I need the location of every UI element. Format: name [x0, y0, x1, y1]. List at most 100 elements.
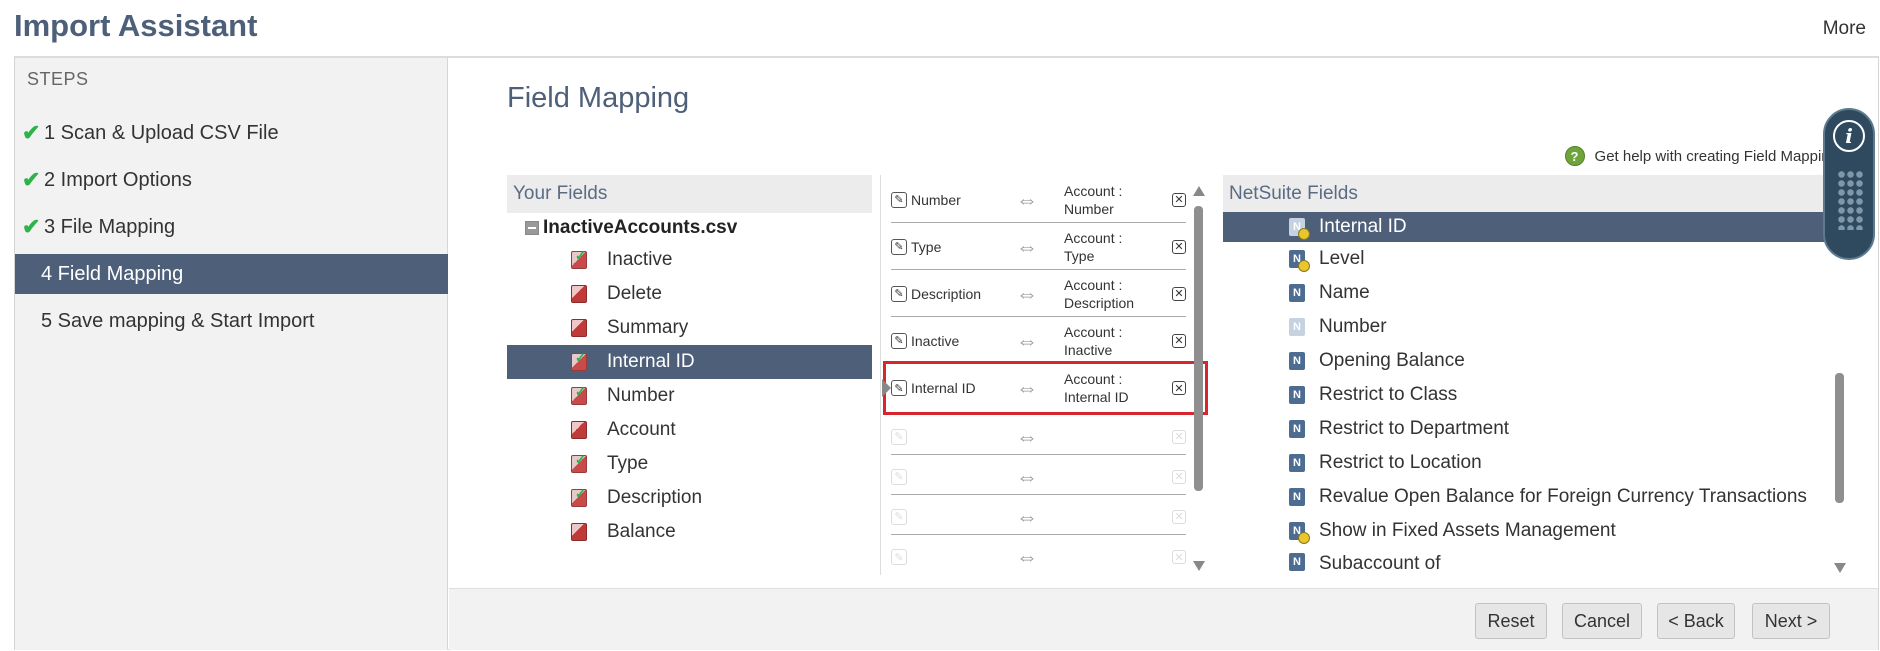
netsuite-field-icon: N: [1289, 386, 1305, 404]
double-arrow-icon: ⇔: [1016, 423, 1038, 449]
remove-mapping-icon[interactable]: ✕: [1172, 333, 1186, 348]
field-label: Name: [1319, 282, 1370, 303]
netsuite-field-item[interactable]: N Subaccount of: [1223, 548, 1826, 575]
empty-mapping-row[interactable]: ✎ ⇔ ✕: [891, 539, 1186, 575]
scroll-thumb[interactable]: [1835, 373, 1844, 503]
netsuite-field-item[interactable]: N Opening Balance: [1223, 344, 1826, 378]
netsuite-field-item[interactable]: N Restrict to Location: [1223, 446, 1826, 480]
field-icon: [571, 523, 587, 541]
selection-highlight: [883, 361, 1208, 415]
scroll-down-icon[interactable]: [1193, 561, 1205, 571]
your-field-item[interactable]: Number: [507, 379, 872, 413]
your-field-item[interactable]: Inactive: [507, 243, 872, 277]
mapping-target: Account : Description: [1064, 276, 1135, 311]
netsuite-field-item[interactable]: N Number: [1223, 310, 1826, 344]
assistant-widget[interactable]: i: [1823, 108, 1875, 260]
netsuite-field-icon: N: [1289, 420, 1305, 438]
back-button[interactable]: < Back: [1657, 603, 1735, 639]
edit-icon: ✎: [891, 468, 907, 485]
field-label: Show in Fixed Assets Management: [1319, 520, 1616, 541]
edit-icon[interactable]: ✎: [891, 332, 907, 349]
mapping-target: Account : Inactive: [1064, 323, 1123, 358]
check-icon: ✔: [22, 167, 41, 192]
mapping-row-selected[interactable]: ✎ Internal ID ⇔ Account : Internal ID ✕: [882, 361, 1208, 415]
netsuite-field-item[interactable]: N Level: [1223, 242, 1826, 276]
edit-icon[interactable]: ✎: [891, 238, 907, 255]
your-field-item[interactable]: Description: [507, 481, 872, 515]
edit-icon[interactable]: ✎: [891, 285, 907, 302]
empty-mapping-row[interactable]: ✎ ⇔ ✕: [891, 459, 1186, 495]
mapping-source: Description: [911, 285, 982, 302]
netsuite-field-item[interactable]: N Restrict to Department: [1223, 412, 1826, 446]
scroll-thumb[interactable]: [1194, 206, 1203, 491]
step-label: 3 File Mapping: [44, 215, 176, 238]
empty-mapping-row[interactable]: ✎ ⇔ ✕: [891, 419, 1186, 455]
remove-mapping-icon[interactable]: ✕: [1172, 192, 1186, 207]
cancel-button[interactable]: Cancel: [1562, 603, 1642, 639]
file-node[interactable]: InactiveAccounts.csv: [525, 217, 737, 239]
more-menu[interactable]: More: [1823, 18, 1866, 40]
mapping-row[interactable]: ✎ Number ⇔ Account : Number ✕: [891, 177, 1186, 223]
double-arrow-icon: ⇔: [1016, 463, 1038, 489]
step-5[interactable]: 5 Save mapping & Start Import: [15, 301, 448, 341]
mapping-row[interactable]: ✎ Inactive ⇔ Account : Inactive ✕: [891, 318, 1186, 364]
your-field-item[interactable]: Internal ID: [507, 345, 872, 379]
mapped-field-icon: [571, 350, 587, 371]
double-arrow-icon: ⇔: [1016, 544, 1038, 569]
grid-dots-icon[interactable]: [1837, 170, 1863, 230]
edit-icon[interactable]: ✎: [891, 191, 907, 208]
field-label: Internal ID: [607, 351, 695, 372]
netsuite-field-item[interactable]: N Internal ID: [1223, 212, 1826, 242]
field-label: Type: [607, 453, 649, 474]
netsuite-field-item[interactable]: N Name: [1223, 276, 1826, 310]
field-label: Subaccount of: [1319, 553, 1441, 574]
netsuite-field-item[interactable]: N Revalue Open Balance for Foreign Curre…: [1223, 480, 1826, 514]
edit-icon: ✎: [891, 428, 907, 445]
remove-mapping-icon[interactable]: ✕: [1172, 286, 1186, 301]
step-3[interactable]: ✔ 3 File Mapping: [15, 207, 448, 247]
field-label: Restrict to Location: [1319, 452, 1482, 473]
remove-mapping-icon: ✕: [1172, 550, 1186, 564]
your-field-item[interactable]: Balance: [507, 515, 872, 549]
mapping-row[interactable]: ✎ Type ⇔ Account : Type ✕: [891, 224, 1186, 270]
mapping-source: Number: [911, 191, 961, 208]
help-icon: ?: [1564, 146, 1585, 166]
netsuite-field-item[interactable]: N Restrict to Class: [1223, 378, 1826, 412]
remove-mapping-icon: ✕: [1172, 509, 1186, 524]
remove-mapping-icon[interactable]: ✕: [1172, 239, 1186, 254]
info-icon[interactable]: i: [1833, 120, 1865, 152]
footer-bar: Reset Cancel < Back Next >: [449, 588, 1878, 650]
key-field-icon: N: [1289, 218, 1310, 240]
help-link[interactable]: ? Get help with creating Field Mapping: [1564, 146, 1838, 166]
scroll-up-icon[interactable]: [1193, 186, 1205, 196]
mapping-scrollbar[interactable]: [1193, 186, 1205, 571]
field-label: Number: [607, 385, 675, 406]
next-button[interactable]: Next >: [1752, 603, 1830, 639]
your-field-item[interactable]: Type: [507, 447, 872, 481]
mapped-field-icon: [571, 384, 587, 405]
mapping-target: Account : Number: [1064, 182, 1123, 217]
empty-mapping-row[interactable]: ✎ ⇔ ✕: [891, 499, 1186, 535]
your-field-item[interactable]: Account: [507, 413, 872, 447]
step-4[interactable]: 4 Field Mapping: [15, 254, 448, 294]
field-icon: [571, 319, 587, 337]
collapse-icon[interactable]: [525, 221, 539, 235]
field-icon: [571, 421, 587, 439]
reset-button[interactable]: Reset: [1475, 603, 1547, 639]
your-field-item[interactable]: Summary: [507, 311, 872, 345]
edit-icon: ✎: [891, 508, 907, 525]
step-1[interactable]: ✔ 1 Scan & Upload CSV File: [15, 113, 448, 153]
field-label: Level: [1319, 248, 1365, 269]
double-arrow-icon: ⇔: [1016, 186, 1038, 212]
netsuite-field-icon: N: [1289, 318, 1305, 336]
step-2[interactable]: ✔ 2 Import Options: [15, 160, 448, 200]
mapping-row[interactable]: ✎ Description ⇔ Account : Description ✕: [891, 271, 1186, 317]
remove-mapping-icon: ✕: [1172, 469, 1186, 484]
mapped-field-icon: [571, 486, 587, 507]
remove-mapping-icon: ✕: [1172, 429, 1186, 444]
your-fields-heading: Your Fields: [507, 175, 872, 213]
netsuite-field-item[interactable]: N Show in Fixed Assets Management: [1223, 514, 1826, 548]
double-arrow-icon: ⇔: [1016, 280, 1038, 306]
your-field-item[interactable]: Delete: [507, 277, 872, 311]
scroll-down-icon[interactable]: [1834, 563, 1846, 573]
